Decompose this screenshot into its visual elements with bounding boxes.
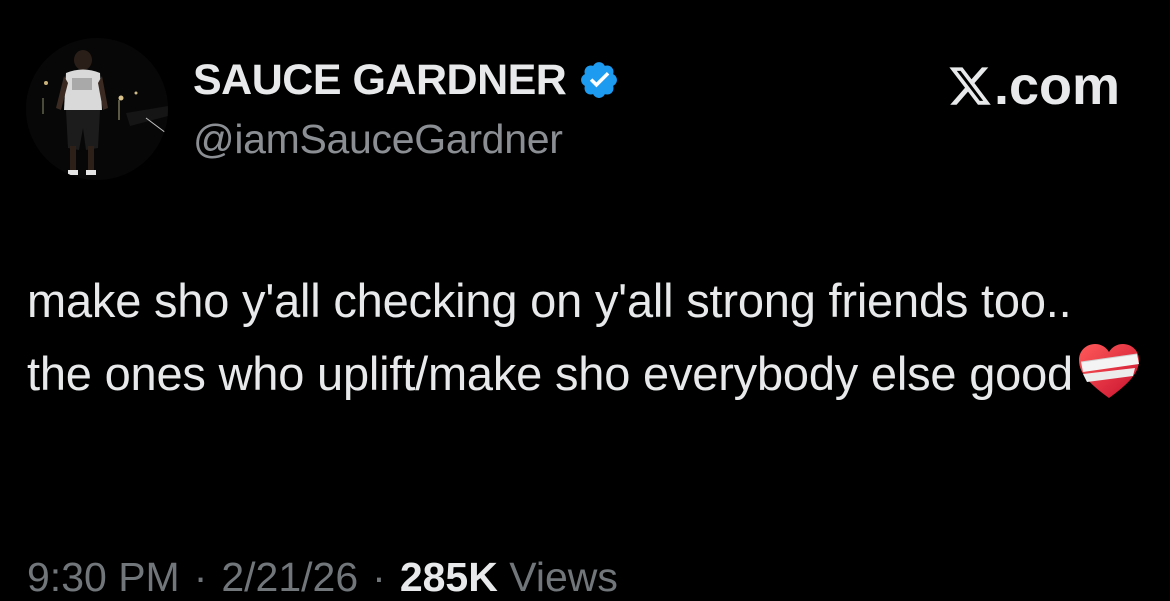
tweet-meta: 9:30 PM · 2/21/26 · 285K Views: [27, 553, 618, 601]
tweet-time[interactable]: 9:30 PM: [27, 554, 180, 600]
avatar-photo: [26, 38, 168, 180]
x-logo-icon: [949, 67, 991, 105]
meta-separator: ·: [372, 554, 386, 600]
author-display-name[interactable]: SAUCE GARDNER: [193, 54, 567, 106]
author-name-row: SAUCE GARDNER: [193, 54, 620, 106]
mending-heart-icon: [1078, 344, 1139, 398]
views-count: 285K: [399, 554, 498, 600]
brand-domain-text: .com: [993, 56, 1120, 116]
tweet-date[interactable]: 2/21/26: [221, 554, 358, 600]
meta-separator: ·: [193, 554, 208, 600]
views-label: Views: [509, 554, 618, 600]
avatar[interactable]: [26, 38, 168, 180]
tweet-text: make sho y'all checking on y'all strong …: [27, 264, 1147, 410]
tweet-body: make sho y'all checking on y'all strong …: [27, 274, 1073, 400]
brand-link[interactable]: .com: [947, 58, 1120, 114]
verified-badge-icon: [581, 62, 618, 98]
author-handle[interactable]: @iamSauceGardner: [193, 114, 563, 164]
